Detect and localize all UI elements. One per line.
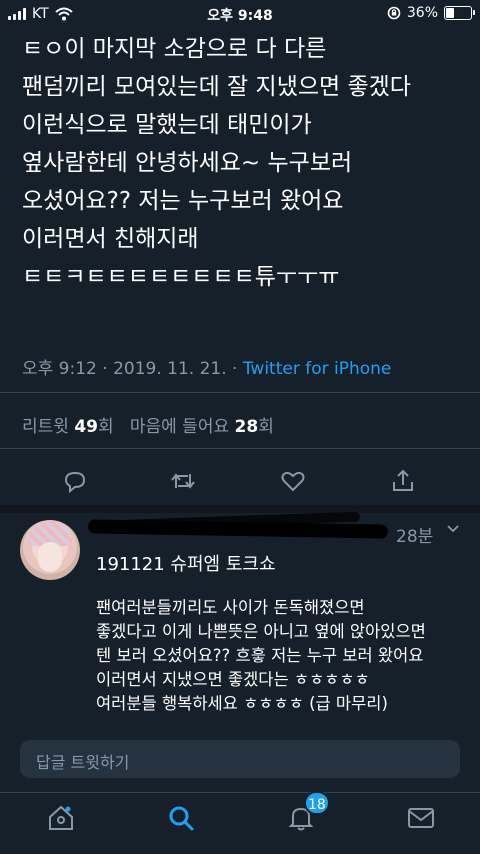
reply-title: 191121 슈퍼엠 토크쇼 [96, 554, 276, 575]
messages-mail-icon[interactable] [406, 803, 436, 833]
reply-compose-input[interactable]: 답글 트윗하기 [20, 740, 460, 778]
tweet-stats: 리트윗 49회 마음에 들어요 28회 [22, 412, 274, 437]
tweet-line: 옆사람한테 안녕하세요~ 누구보러 [22, 150, 353, 176]
reply-icon[interactable] [62, 468, 88, 494]
tweet-text: ㅌㅇ이 마지막 소감으로 다 다른 팬덤끼리 모여있는데 잘 지냈으면 좋겠다 … [22, 30, 472, 296]
home-icon[interactable] [46, 803, 76, 833]
redacted-username [87, 519, 389, 539]
status-bar: KT 오후 9:48 36% [0, 0, 480, 28]
retweet-icon[interactable] [170, 468, 196, 494]
share-icon[interactable] [390, 468, 416, 494]
reply-line: 텐 보러 오셨어요?? 흐흫 저는 누구 보러 왔어요 [96, 646, 424, 665]
compose-placeholder: 답글 트윗하기 [36, 753, 130, 772]
tweet-meta: 오후 9:12 · 2019. 11. 21. · Twitter for iP… [22, 354, 391, 379]
notifications-badge: 18 [304, 791, 330, 815]
tweet-source-link[interactable]: Twitter for iPhone [243, 359, 392, 379]
retweets-count: 49 [74, 417, 98, 437]
retweets-stat[interactable]: 리트윗 49회 [22, 417, 119, 437]
battery-percent: 36% [406, 5, 438, 21]
avatar[interactable] [20, 520, 80, 580]
reply-body: 팬여러분들끼리도 사이가 돈독해졌으면 좋겠다고 이게 나쁜뜻은 아니고 옆에 … [96, 596, 474, 716]
tweet-timestamp: 오후 9:12 · 2019. 11. 21. · [22, 359, 238, 379]
divider [0, 392, 480, 393]
bottom-tab-bar: 18 [0, 791, 480, 854]
divider [0, 448, 480, 449]
reply-time: 28분 [396, 527, 434, 547]
reply-line: 이러면서 지냈으면 좋겠다는 ㅎㅎㅎㅎㅎ [96, 670, 370, 689]
search-icon[interactable] [166, 803, 196, 833]
chevron-down-icon[interactable] [446, 524, 460, 534]
battery-icon [444, 6, 475, 20]
tweet-line: 이러면서 친해지래 [22, 226, 199, 252]
tweet-line: ㅌㅌㅋㅌㅌㅌㅌㅌㅌㅌㅌ튜ㅜㅜㅠ [22, 264, 340, 290]
reply-line: 팬여러분들끼리도 사이가 돈독해졌으면 [96, 598, 365, 617]
reply-line: 여러분들 행복하세요 ㅎㅎㅎㅎ (급 마무리) [96, 694, 388, 713]
tweet-line: 팬덤끼리 모여있는데 잘 지냈으면 좋겠다 [22, 74, 411, 100]
rotation-lock-icon [387, 6, 401, 20]
tweet-line: 오셨어요?? 저는 누구보러 왔어요 [22, 188, 344, 214]
likes-count: 28 [234, 417, 259, 437]
tweet-line: 이런식으로 말했는데 태민이가 [22, 112, 312, 138]
reply-tweet[interactable]: 28분 191121 슈퍼엠 토크쇼 팬여러분들끼리도 사이가 돈독해졌으면 좋… [0, 511, 480, 722]
reply-line: 좋겠다고 이게 나쁜뜻은 아니고 옆에 앉아있으면 [96, 622, 426, 641]
like-heart-icon[interactable] [280, 468, 306, 494]
tweet-line: ㅌㅇ이 마지막 소감으로 다 다른 [22, 36, 327, 62]
tweet-actions [0, 462, 480, 502]
likes-stat[interactable]: 마음에 들어요 28회 [130, 417, 274, 437]
